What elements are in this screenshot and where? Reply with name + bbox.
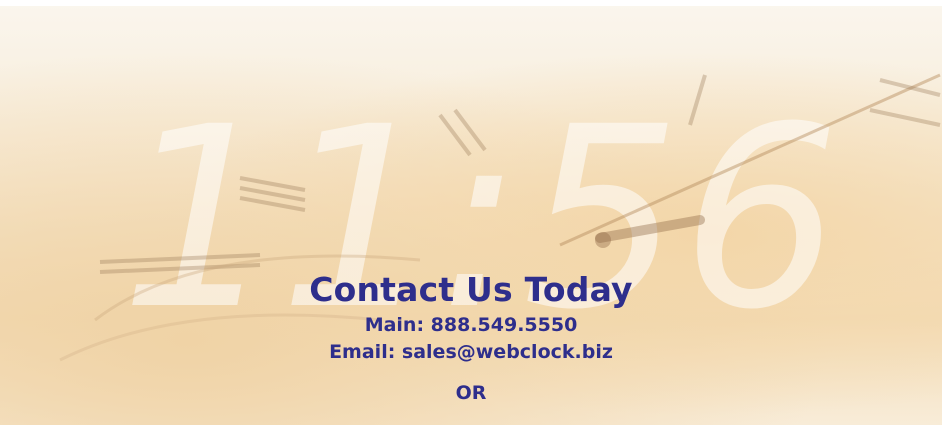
or-separator: OR (455, 382, 487, 404)
email-address[interactable]: Email: sales@webclock.biz (0, 339, 942, 366)
clock-pivot (595, 232, 611, 248)
contact-banner: 11:56 Contact Us Today Main: 888.549.555… (0, 0, 942, 425)
contact-block: Contact Us Today Main: 888.549.5550 Emai… (0, 268, 942, 407)
contact-heading: Contact Us Today (309, 270, 633, 309)
main-phone[interactable]: Main: 888.549.5550 (0, 312, 942, 339)
